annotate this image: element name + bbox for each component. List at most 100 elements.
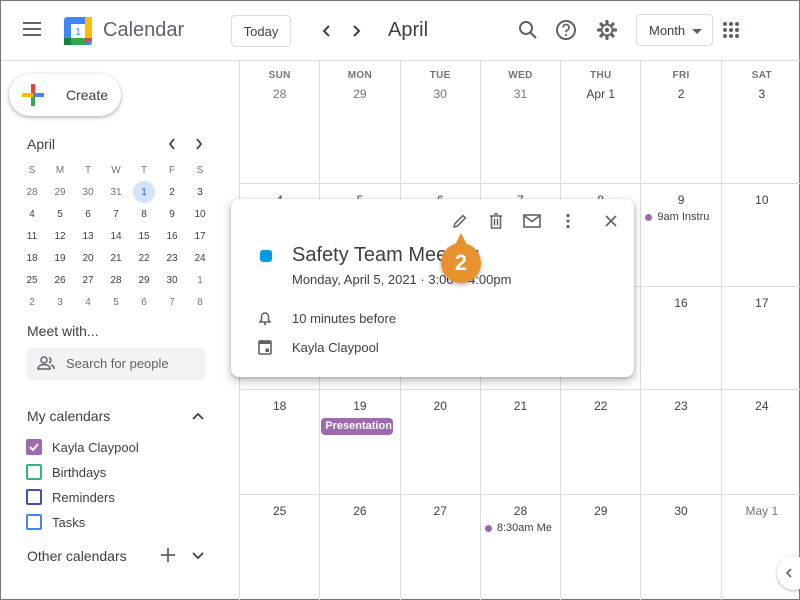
day-cell[interactable]: FRI 2 [641,61,722,183]
mini-calendar-day[interactable]: 2 [18,291,46,313]
day-cell[interactable]: WED 31 [481,61,562,183]
day-number[interactable]: 22 [561,399,640,413]
edit-event-button[interactable] [448,209,472,233]
my-calendar-item[interactable]: Reminders [26,487,226,507]
day-cell[interactable]: 23 [641,390,722,494]
day-number[interactable]: 30 [641,504,720,518]
event-item[interactable]: 9am Instru [645,211,717,223]
mini-calendar-day-today[interactable]: 1 [130,181,158,203]
my-calendars-collapse-button[interactable] [190,408,206,424]
day-cell[interactable]: 28 8:30am Me [481,495,562,600]
day-cell[interactable]: MON 29 [320,61,401,183]
mini-calendar-day[interactable]: 2 [158,181,186,203]
mini-calendar-day[interactable]: 5 [102,291,130,313]
mini-calendar-day[interactable]: 4 [18,203,46,225]
my-calendars-heading[interactable]: My calendars [27,408,110,424]
mini-calendar-day[interactable]: 7 [158,291,186,313]
day-cell[interactable]: 21 [481,390,562,494]
day-number[interactable]: 25 [240,504,319,518]
checkbox-checked[interactable] [26,439,42,455]
mini-calendar-day[interactable]: 5 [46,203,74,225]
day-number[interactable]: 27 [401,504,480,518]
mini-calendar-day[interactable]: 21 [102,247,130,269]
day-number[interactable]: 20 [401,399,480,413]
day-number[interactable]: 17 [722,296,800,310]
mini-calendar-day[interactable]: 14 [102,225,130,247]
day-number[interactable]: 24 [722,399,800,413]
search-button[interactable] [515,17,541,43]
day-cell[interactable]: 10 [722,184,800,286]
day-cell[interactable]: 30 [641,495,722,600]
day-number[interactable]: May 1 [722,504,800,518]
settings-button[interactable] [594,17,620,43]
day-number[interactable]: Apr 1 [561,87,640,101]
day-cell[interactable]: 27 [401,495,481,600]
checkbox-unchecked[interactable] [26,489,42,505]
mini-calendar-day[interactable]: 8 [130,203,158,225]
mini-calendar-day[interactable]: 1 [186,269,214,291]
mini-calendar-day[interactable]: 30 [158,269,186,291]
day-cell[interactable]: TUE 30 [401,61,481,183]
checkbox-unchecked[interactable] [26,514,42,530]
mini-calendar-day[interactable]: 18 [18,247,46,269]
day-cell[interactable]: 20 [401,390,481,494]
checkbox-unchecked[interactable] [26,464,42,480]
day-cell[interactable]: 24 [722,390,800,494]
day-number[interactable]: 16 [641,296,720,310]
view-select-dropdown[interactable]: Month [636,14,713,46]
day-cell[interactable]: 22 [561,390,642,494]
other-calendars-heading[interactable]: Other calendars [27,548,127,564]
day-cell[interactable]: 17 [722,287,800,389]
mini-calendar-day[interactable]: 30 [74,181,102,203]
day-number[interactable]: 19 [320,399,399,413]
day-number[interactable]: 29 [561,504,640,518]
help-button[interactable] [553,17,579,43]
day-cell[interactable]: 18 [240,390,321,494]
mini-calendar-day[interactable]: 8 [186,291,214,313]
day-number[interactable]: 28 [240,87,319,101]
mini-calendar-day[interactable]: 29 [46,181,74,203]
my-calendar-item[interactable]: Kayla Claypool [26,437,226,457]
next-month-button[interactable] [344,19,368,43]
day-number[interactable]: 23 [641,399,720,413]
mini-calendar-day[interactable]: 15 [130,225,158,247]
email-guests-button[interactable] [520,209,544,233]
day-cell[interactable]: SAT 3 [722,61,800,183]
mini-calendar-next-button[interactable] [189,135,209,153]
mini-calendar-day[interactable]: 16 [158,225,186,247]
mini-calendar-day[interactable]: 7 [102,203,130,225]
mini-calendar-day[interactable]: 24 [186,247,214,269]
day-number[interactable]: 29 [320,87,399,101]
day-number[interactable]: 28 [481,504,560,518]
day-cell[interactable]: 25 [240,495,321,600]
day-cell[interactable]: 9 9am Instru [641,184,722,286]
day-number[interactable]: 2 [641,87,720,101]
mini-calendar-day[interactable]: 22 [130,247,158,269]
mini-calendar-day[interactable]: 19 [46,247,74,269]
day-number[interactable]: 21 [481,399,560,413]
today-button[interactable]: Today [231,15,291,47]
day-cell[interactable]: 19 Presentation [320,390,401,494]
day-number[interactable]: 18 [240,399,319,413]
day-number[interactable]: 10 [722,193,800,207]
mini-calendar-day[interactable]: 3 [186,181,214,203]
close-popup-button[interactable] [599,209,623,233]
main-menu-icon[interactable] [23,22,41,36]
day-number[interactable]: 30 [401,87,480,101]
day-cell[interactable]: SUN 28 [240,61,321,183]
other-calendars-expand-button[interactable] [190,548,206,564]
my-calendar-item[interactable]: Birthdays [26,462,226,482]
mini-calendar-day[interactable]: 4 [74,291,102,313]
mini-calendar-day[interactable]: 6 [74,203,102,225]
mini-calendar-day[interactable]: 10 [186,203,214,225]
mini-calendar-prev-button[interactable] [162,135,182,153]
mini-calendar-day[interactable]: 29 [130,269,158,291]
day-number[interactable]: 9 [641,193,720,207]
mini-calendar-day[interactable]: 31 [102,181,130,203]
my-calendar-item[interactable]: Tasks [26,512,226,532]
mini-calendar-day[interactable]: 27 [74,269,102,291]
mini-calendar-day[interactable]: 6 [130,291,158,313]
day-cell[interactable]: 26 [320,495,401,600]
mini-calendar-day[interactable]: 25 [18,269,46,291]
mini-calendar-day[interactable]: 17 [186,225,214,247]
